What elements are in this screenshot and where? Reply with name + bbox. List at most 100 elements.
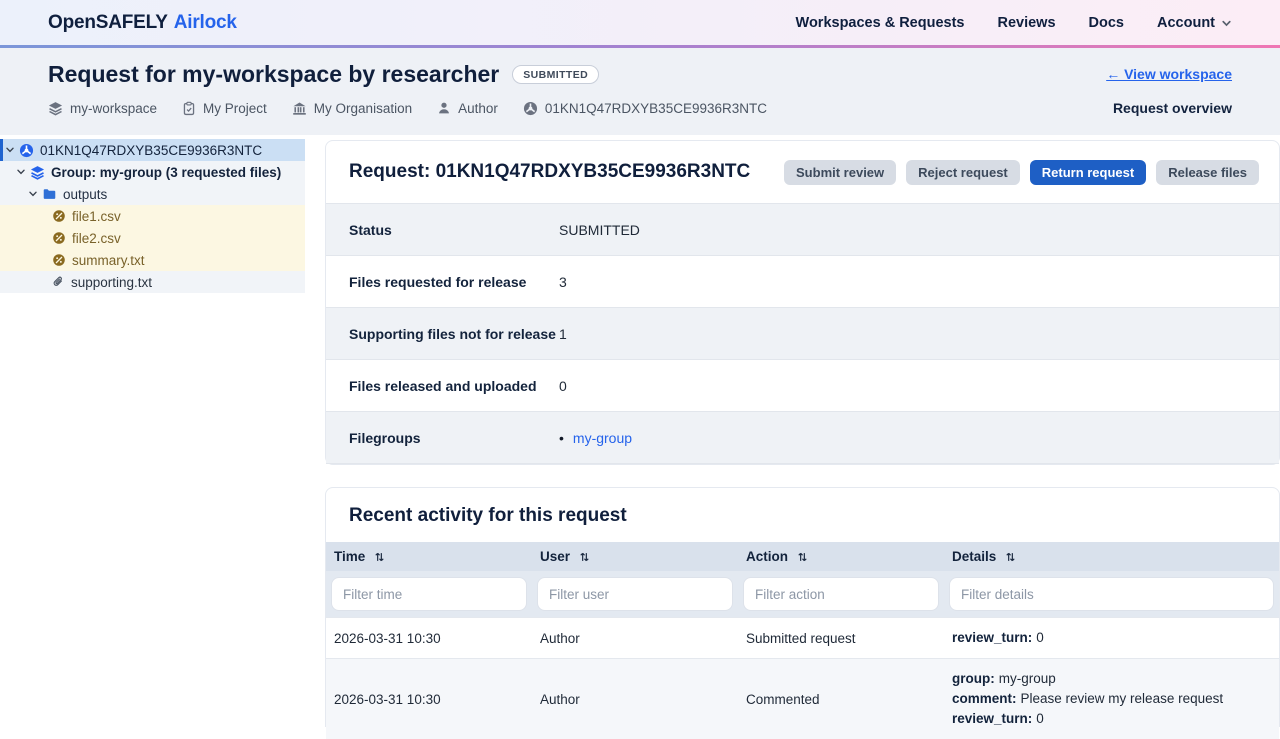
folder-icon	[42, 187, 57, 201]
detail-key: comment:	[952, 691, 1017, 706]
tree-item-request-root[interactable]: 01KN1Q47RDXYB35CE9936R3NTC	[0, 139, 305, 161]
tree-item-supporting[interactable]: supporting.txt	[0, 271, 305, 293]
tree-item-label: outputs	[63, 187, 107, 202]
sort-icon	[374, 551, 385, 563]
sort-action[interactable]: Action	[746, 549, 808, 564]
meta-organisation-label: My Organisation	[314, 101, 412, 116]
activity-table: Time User Action	[326, 542, 1279, 739]
tree-item-file1[interactable]: file1.csv	[0, 205, 305, 227]
summary-value: 0	[558, 360, 1279, 412]
column-header-details: Details	[944, 542, 1279, 571]
organisation-icon	[292, 101, 307, 116]
tree-item-label: Group: my-group (3 requested files)	[51, 165, 281, 180]
return-request-button[interactable]: Return request	[1030, 160, 1146, 185]
request-overview-card: Request: 01KN1Q47RDXYB35CE9936R3NTC Subm…	[325, 140, 1280, 465]
recent-activity-card: Recent activity for this request Time Us…	[325, 487, 1280, 727]
summary-row-supporting: Supporting files not for release 1	[326, 308, 1279, 360]
request-card-header: Request: 01KN1Q47RDXYB35CE9936R3NTC Subm…	[326, 141, 1279, 203]
summary-row-requested: Files requested for release 3	[326, 256, 1279, 308]
activity-user: Author	[532, 618, 738, 659]
request-summary-table: Status SUBMITTED Files requested for rel…	[326, 203, 1279, 464]
tree-item-file2[interactable]: file2.csv	[0, 227, 305, 249]
nav-docs[interactable]: Docs	[1089, 15, 1124, 31]
summary-row-released: Files released and uploaded 0	[326, 360, 1279, 412]
detail-value: 0	[1036, 630, 1044, 645]
filter-cell-time	[326, 571, 532, 618]
file-tree-sidebar: 01KN1Q47RDXYB35CE9936R3NTC Group: my-gro…	[0, 139, 305, 293]
detail-value: my-group	[999, 671, 1056, 686]
nav-workspaces-requests[interactable]: Workspaces & Requests	[796, 15, 965, 31]
activity-details: group: my-group comment: Please review my …	[944, 659, 1279, 739]
activity-user: Author	[532, 659, 738, 739]
column-header-user: User	[532, 542, 738, 571]
submit-review-button[interactable]: Submit review	[784, 160, 896, 185]
summary-label: Supporting files not for release	[326, 308, 558, 360]
paperclip-icon	[52, 275, 65, 289]
column-label: Details	[952, 549, 996, 564]
activity-time: 2026-03-31 10:30	[326, 659, 532, 739]
tree-item-filegroup[interactable]: Group: my-group (3 requested files)	[0, 161, 305, 183]
sort-details[interactable]: Details	[952, 549, 1016, 564]
meta-project: My Project	[182, 101, 267, 116]
filter-details-input[interactable]	[949, 577, 1274, 611]
layers-icon	[48, 101, 63, 116]
request-header: Request for my-workspace by researcher S…	[0, 48, 1280, 135]
request-actions: Submit review Reject request Return requ…	[784, 160, 1259, 185]
meta-workspace-label: my-workspace	[70, 101, 157, 116]
brand-logo[interactable]: OpenSAFELY Airlock	[48, 12, 237, 34]
summary-label: Files requested for release	[326, 256, 558, 308]
sort-icon	[579, 551, 590, 563]
brand-primary: OpenSAFELY	[48, 12, 168, 34]
sort-user[interactable]: User	[540, 549, 590, 564]
top-navigation-bar: OpenSAFELY Airlock Workspaces & Requests…	[0, 0, 1280, 45]
summary-label: Filegroups	[326, 412, 558, 464]
filter-cell-details	[944, 571, 1279, 618]
sort-icon	[797, 551, 808, 563]
clipboard-check-icon	[182, 101, 196, 116]
tree-item-outputs-folder[interactable]: outputs	[0, 183, 305, 205]
file-pending-icon	[52, 209, 66, 223]
detail-line: review_turn:0	[952, 709, 1271, 729]
summary-label: Status	[326, 204, 558, 256]
reject-request-button[interactable]: Reject request	[906, 160, 1020, 185]
activity-row: 2026-03-31 10:30 Author Commented group:…	[326, 659, 1279, 739]
sort-time[interactable]: Time	[334, 549, 385, 564]
nav-account-menu[interactable]: Account	[1157, 15, 1232, 31]
filter-time-input[interactable]	[331, 577, 527, 611]
bullet: •	[559, 430, 564, 446]
summary-row-filegroups: Filegroups • my-group	[326, 412, 1279, 464]
nav-reviews[interactable]: Reviews	[997, 15, 1055, 31]
activity-action: Commented	[738, 659, 944, 739]
column-header-time: Time	[326, 542, 532, 571]
meta-author: Author	[437, 101, 498, 116]
filter-action-input[interactable]	[743, 577, 939, 611]
tree-item-summary[interactable]: summary.txt	[0, 249, 305, 271]
filegroup-link[interactable]: my-group	[573, 430, 632, 446]
file-pending-icon	[52, 231, 66, 245]
view-workspace-link[interactable]: ← View workspace	[1106, 66, 1232, 82]
chevron-down-icon[interactable]	[5, 145, 15, 155]
tree-item-label: file1.csv	[72, 209, 121, 224]
chevron-down-icon[interactable]	[16, 167, 26, 177]
release-files-button[interactable]: Release files	[1156, 160, 1259, 185]
activity-action: Submitted request	[738, 618, 944, 659]
chevron-down-icon[interactable]	[28, 189, 38, 199]
brand-secondary: Airlock	[174, 12, 237, 34]
detail-key: group:	[952, 671, 995, 686]
activity-details: review_turn: 0	[944, 618, 1279, 659]
filter-cell-user	[532, 571, 738, 618]
detail-key: review_turn:	[952, 630, 1032, 645]
summary-label: Files released and uploaded	[326, 360, 558, 412]
activity-header-row: Time User Action	[326, 542, 1279, 571]
column-header-action: Action	[738, 542, 944, 571]
tree-item-label: supporting.txt	[71, 275, 152, 290]
title-row: Request for my-workspace by researcher S…	[48, 61, 1232, 87]
file-pending-icon	[52, 253, 66, 267]
page-title: Request for my-workspace by researcher	[48, 61, 499, 87]
filter-user-input[interactable]	[537, 577, 733, 611]
detail-value: Please review my release request	[1021, 691, 1224, 706]
tree-item-label: file2.csv	[72, 231, 121, 246]
chevron-down-icon	[1221, 18, 1232, 29]
activity-heading: Recent activity for this request	[326, 488, 1279, 542]
request-heading: Request: 01KN1Q47RDXYB35CE9936R3NTC	[349, 161, 750, 183]
